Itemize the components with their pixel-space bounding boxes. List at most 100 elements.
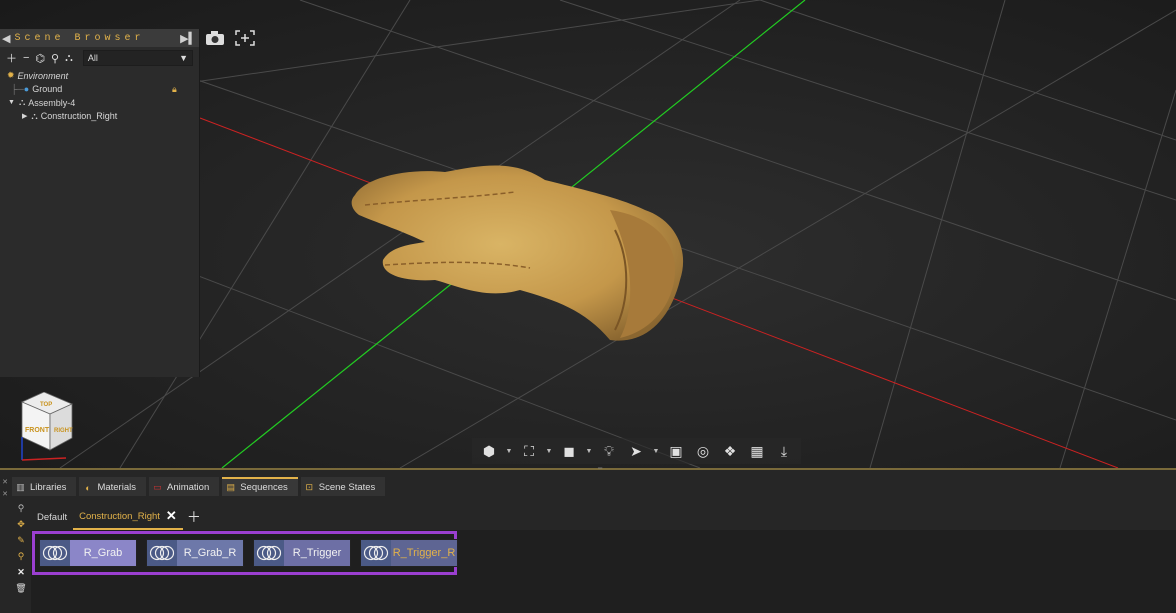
sequence-item-r-grab[interactable]: R_Grab: [39, 539, 137, 567]
grid-icon[interactable]: ▦: [746, 440, 768, 462]
tag-icon[interactable]: ⌬: [35, 52, 45, 65]
close-icon[interactable]: ✕: [166, 508, 177, 524]
dock-close-icon[interactable]: ✕: [2, 478, 8, 486]
hierarchy-icon[interactable]: ⛬: [65, 52, 73, 65]
tab-label: Libraries: [30, 482, 67, 493]
sequence-tab-default[interactable]: Default: [31, 504, 73, 530]
tab-scene-states[interactable]: ⊡ Scene States: [300, 477, 386, 496]
assembly-icon: ⛬: [18, 97, 26, 108]
collapse-left-icon[interactable]: ◀: [2, 32, 10, 45]
tab-label: Animation: [166, 482, 210, 493]
sequence-name: R_Grab_R: [177, 540, 243, 566]
sequence-name: R_Trigger: [284, 540, 350, 566]
expand-right-icon[interactable]: ▶▍: [180, 32, 197, 45]
viewport-top-tools: [204, 29, 256, 47]
zoom-region-icon[interactable]: ◎: [692, 440, 714, 462]
sequence-tab-label: Default: [37, 511, 68, 523]
layers-icon[interactable]: ❖: [719, 440, 741, 462]
viewport-toolbar: ⬢ ▼ ⛶ ▼ ◼ ▼ 💡︎ ➤ ▼ ▣ ◎ ❖ ▦ ⤓: [472, 438, 801, 464]
pin-icon[interactable]: ⚲: [18, 551, 25, 562]
scene-tree: ✹ Environment ├─ ● Ground 🔒︎ ▼ ⛬ Assembl…: [0, 69, 199, 123]
sequence-item-r-grab-r[interactable]: R_Grab_R: [146, 539, 244, 567]
search-icon[interactable]: ⚲: [18, 503, 25, 514]
dropdown-arrow-icon[interactable]: ▼: [585, 440, 593, 462]
palette-icon: ◐: [85, 482, 91, 493]
cube-shading-icon[interactable]: ◼: [558, 440, 580, 462]
sequence-tab-construction-right[interactable]: Construction_Right ✕: [73, 504, 183, 530]
globe-icon: ●: [23, 84, 30, 95]
tree-connector: ├─: [11, 84, 24, 95]
film-icon: ▭: [153, 482, 162, 492]
books-icon: ▥: [16, 482, 25, 492]
sequence-tab-label: Construction_Right: [79, 510, 160, 522]
tab-libraries[interactable]: ▥ Libraries: [12, 477, 77, 496]
scene-browser-title: Scene Browser: [14, 32, 145, 44]
sequence-side-toolbar: ⚲ ✥ ✎ ⚲ ✕ 🗑︎: [13, 503, 29, 594]
sequences-panel: Default Construction_Right ✕ ＋ R_Grab R_…: [31, 502, 1176, 613]
move-icon[interactable]: ✥: [17, 519, 25, 530]
tab-sequences[interactable]: ▤ Sequences: [222, 477, 298, 496]
tab-animation[interactable]: ▭ Animation: [148, 477, 220, 496]
navcube-top-label: TOP: [40, 402, 52, 408]
sequence-item-r-trigger[interactable]: R_Trigger: [253, 539, 351, 567]
clapper-icon: ▤: [226, 482, 235, 492]
drop-to-floor-icon[interactable]: ⤓: [773, 440, 795, 462]
delete-x-icon[interactable]: ✕: [17, 567, 25, 578]
lock-icon[interactable]: 🔒︎: [172, 84, 177, 95]
navigation-cube[interactable]: TOP FRONT RIGHT: [14, 392, 78, 462]
frame-selection-icon[interactable]: ⛶: [518, 440, 540, 462]
navcube-right-label: RIGHT: [54, 428, 73, 434]
trash-icon[interactable]: 🗑︎: [15, 583, 26, 594]
sequence-item-r-trigger-r[interactable]: R_Trigger_R: [360, 539, 458, 567]
remove-icon[interactable]: −: [23, 52, 29, 64]
add-icon[interactable]: ＋: [6, 50, 17, 66]
collapsed-arrow-icon[interactable]: ▶: [22, 112, 27, 120]
light-bulb-icon[interactable]: 💡︎: [598, 440, 620, 462]
tab-label: Scene States: [318, 482, 376, 493]
bottom-dock: ✕ ✕ ▥ Libraries ◐ Materials ▭ Animation …: [0, 470, 1176, 613]
scene-browser-panel: ◀ Scene Browser ▶▍ ＋ − ⌬ ⚲ ⛬ All ▼ ✹ Env…: [0, 29, 200, 377]
add-sequence-tab-button[interactable]: ＋: [187, 504, 201, 530]
tree-item-environment[interactable]: ✹ Environment: [0, 69, 199, 83]
tab-label: Sequences: [240, 482, 288, 493]
dock-tab-bar: ▥ Libraries ◐ Materials ▭ Animation ▤ Se…: [12, 477, 386, 496]
sequence-tab-bar: Default Construction_Right ✕ ＋: [31, 502, 1176, 530]
tree-item-label: Assembly-4: [28, 97, 76, 108]
sequence-icon: [40, 540, 70, 566]
tree-item-assembly-4[interactable]: ▼ ⛬ Assembly-4: [0, 96, 199, 110]
tree-item-label: Construction_Right: [40, 111, 118, 122]
view-mode-icon[interactable]: ⬢: [478, 440, 500, 462]
dock-window-tools: ✕ ✕: [0, 478, 10, 498]
camera-icon[interactable]: [204, 29, 226, 47]
select-cursor-icon[interactable]: ➤: [625, 440, 647, 462]
search-icon[interactable]: ⚲: [51, 52, 59, 65]
sun-icon: ✹: [7, 70, 15, 81]
dropdown-arrow-icon[interactable]: ▼: [652, 440, 660, 462]
sequence-icon: [147, 540, 177, 566]
chevron-down-icon: ▼: [179, 53, 188, 63]
sequence-name: R_Grab: [70, 540, 136, 566]
scene-browser-header: ◀ Scene Browser ▶▍: [0, 29, 199, 47]
tree-item-construction-right[interactable]: ▶ ⛬ Construction_Right: [0, 110, 199, 124]
tree-item-ground[interactable]: ├─ ● Ground 🔒︎: [0, 83, 199, 97]
scene-browser-toolbar: ＋ − ⌬ ⚲ ⛬ All ▼: [0, 47, 199, 69]
tab-materials[interactable]: ◐ Materials: [79, 477, 146, 496]
dropdown-arrow-icon[interactable]: ▼: [545, 440, 553, 462]
sequence-icon: [254, 540, 284, 566]
ground-plane-icon[interactable]: ▣: [665, 440, 687, 462]
scene-states-icon: ⊡: [305, 482, 314, 492]
glove-model[interactable]: [345, 150, 690, 345]
pencil-icon[interactable]: ✎: [17, 535, 25, 546]
assembly-icon: ⛬: [31, 110, 38, 121]
sequence-icon: [361, 540, 391, 566]
navcube-front-label: FRONT: [25, 427, 50, 434]
sequence-list: R_Grab R_Grab_R R_Trigger R_Trigger_R: [32, 531, 458, 575]
frame-all-icon[interactable]: [234, 29, 256, 47]
filter-value: All: [87, 53, 98, 63]
dropdown-arrow-icon[interactable]: ▼: [505, 440, 513, 462]
dock-float-icon[interactable]: ✕: [2, 490, 8, 498]
sequence-name: R_Trigger_R: [391, 540, 457, 566]
tree-item-label: Environment: [17, 70, 69, 81]
expanded-arrow-icon[interactable]: ▼: [8, 99, 15, 106]
filter-dropdown[interactable]: All ▼: [82, 50, 193, 66]
